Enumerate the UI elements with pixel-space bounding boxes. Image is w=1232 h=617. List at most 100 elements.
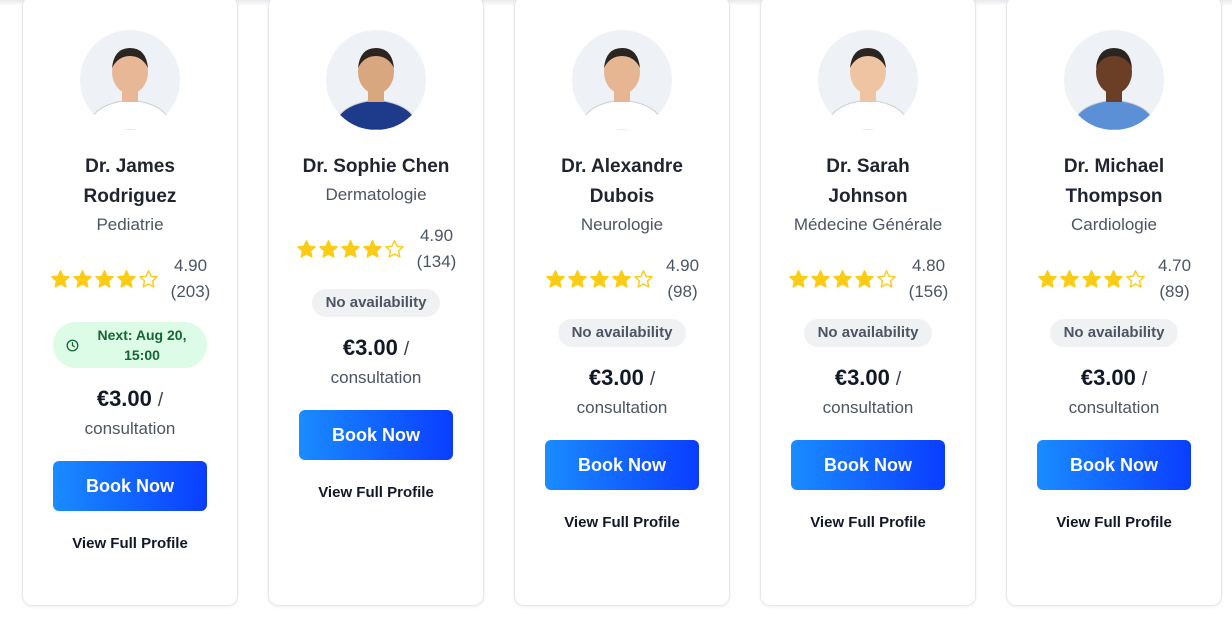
rating-value: 4.90 [173,256,208,275]
doctor-name-line1: Dr. Sophie Chen [302,156,450,177]
doctor-name: Dr. James Rodriguez [40,152,220,212]
price-separator: / [895,369,902,390]
price-unit: consultation [330,368,422,387]
book-now-button[interactable]: Book Now [545,440,699,490]
review-count: (156) [908,282,949,301]
star-filled-icon [1060,269,1079,288]
availability-badge: No availability [557,319,687,347]
star-filled-icon [612,269,631,288]
price-value: €3.00 [588,365,644,390]
rating: 4.90 (98) [545,253,699,305]
doctor-card: Dr. Alexandre Dubois Neurologie 4.90 (98)… [514,0,730,606]
price-value: €3.00 [342,335,398,360]
view-full-profile-link[interactable]: View Full Profile [810,514,926,531]
star-filled-icon [50,269,70,288]
star-filled-icon [546,269,565,288]
rating: 4.90 (203) [50,253,211,305]
price-separator: / [1141,369,1148,390]
price-value: €3.00 [834,365,890,390]
doctor-portrait-icon [1064,30,1164,130]
rating: 4.90 (134) [296,223,457,275]
rating-text: 4.70 (89) [1158,253,1191,305]
star-filled-icon [116,269,136,288]
review-count: (134) [416,252,457,271]
book-now-button[interactable]: Book Now [791,440,945,490]
price-value: €3.00 [1080,365,1136,390]
availability-badge: No availability [311,289,441,317]
book-now-button[interactable]: Book Now [299,410,453,460]
star-filled-icon [590,269,609,288]
star-filled-icon [854,269,874,288]
price: €3.00 / [97,386,163,412]
rating-text: 4.80 (156) [909,253,949,305]
review-count: (98) [667,282,698,301]
doctor-name-line2: Rodriguez [83,186,177,207]
rating-text: 4.90 (203) [171,253,211,305]
availability-badge: No availability [1049,319,1179,347]
star-outline-icon [138,269,158,288]
doctor-avatar [80,30,180,130]
rating-stars [788,269,897,290]
rating-value: 4.70 [1157,256,1192,275]
rating-value: 4.90 [665,256,700,275]
doctor-name-line1: Dr. Michael [1063,156,1165,177]
next-slot-time: 15:00 [124,347,160,363]
doctor-name-line2: Johnson [828,186,908,207]
rating-text: 4.90 (98) [666,253,699,305]
clock-icon [66,339,79,351]
doctor-avatar [818,30,918,130]
doctor-avatar [326,30,426,130]
price: €3.00 / [835,365,901,391]
star-filled-icon [72,269,92,288]
doctor-card: Dr. Michael Thompson Cardiologie 4.70 (89… [1006,0,1222,606]
price-unit: consultation [576,398,668,417]
rating-stars [296,239,405,260]
doctor-name: Dr. Alexandre Dubois [532,152,712,212]
availability-badge: No availability [803,319,933,347]
rating-value: 4.90 [419,226,454,245]
rating-stars [545,269,654,290]
star-filled-icon [832,269,852,288]
view-full-profile-link[interactable]: View Full Profile [72,535,188,552]
doctor-avatar [1064,30,1164,130]
rating: 4.70 (89) [1037,253,1191,305]
book-now-button[interactable]: Book Now [1037,440,1191,490]
rating-value: 4.80 [911,256,946,275]
doctor-name-line2: Dubois [589,186,655,207]
price-unit: consultation [84,419,176,438]
doctor-portrait-icon [572,30,672,130]
view-full-profile-link[interactable]: View Full Profile [1056,514,1172,531]
price: €3.00 / [343,335,409,361]
review-count: (203) [170,282,211,301]
doctor-specialty: Cardiologie [1071,215,1157,234]
doctor-name-line1: Dr. Alexandre [561,156,683,177]
price-value: €3.00 [96,386,152,411]
next-slot-text: Next: Aug 20, 15:00 [87,325,197,365]
star-outline-icon [876,269,896,288]
star-outline-icon [1126,269,1145,288]
doctor-portrait-icon [326,30,426,130]
doctor-name-line2: Thompson [1065,186,1163,207]
view-full-profile-link[interactable]: View Full Profile [564,514,680,531]
view-full-profile-link[interactable]: View Full Profile [318,484,434,501]
doctor-name-line1: Dr. Sarah [826,156,910,177]
star-outline-icon [634,269,653,288]
next-slot-date: Next: Aug 20, [97,327,187,343]
star-filled-icon [318,239,338,258]
rating-stars [1037,269,1146,290]
price: €3.00 / [589,365,655,391]
star-filled-icon [810,269,830,288]
book-now-button[interactable]: Book Now [53,461,207,511]
star-filled-icon [296,239,316,258]
star-filled-icon [1082,269,1101,288]
price-separator: / [157,390,164,411]
rating-stars [50,269,159,290]
rating-text: 4.90 (134) [417,223,457,275]
doctor-portrait-icon [80,30,180,130]
star-filled-icon [568,269,587,288]
doctor-avatar [572,30,672,130]
rating: 4.80 (156) [788,253,949,305]
price: €3.00 / [1081,365,1147,391]
doctor-name: Dr. Michael Thompson [1024,152,1204,212]
doctor-name: Dr. Sophie Chen [286,152,466,182]
